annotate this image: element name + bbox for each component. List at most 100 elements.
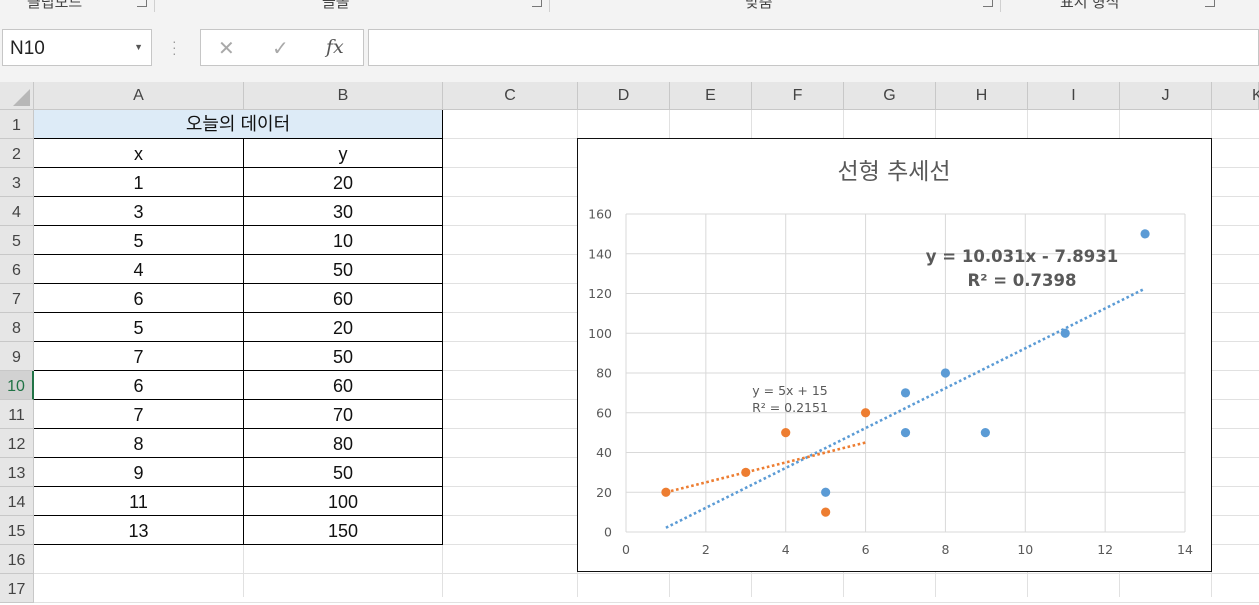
blue-trend-equation[interactable]: y = 10.031x - 7.8931 [926,247,1118,266]
table-cell-x[interactable]: 5 [34,313,244,342]
row-header-5[interactable]: 5 [0,226,34,255]
name-box[interactable]: N10 ▼ [2,29,152,66]
column-header-h[interactable]: H [936,82,1028,110]
table-cell-y[interactable]: 50 [244,458,443,487]
orange-data-point[interactable] [781,428,791,438]
ribbon-separator [549,0,550,12]
y-tick-label: 140 [588,246,612,261]
row-header-3[interactable]: 3 [0,168,34,197]
column-header-j[interactable]: J [1120,82,1212,110]
formula-input[interactable] [368,29,1259,66]
table-cell-y[interactable]: 30 [244,197,443,226]
ribbon-group-number: 표시 형식 [1060,0,1120,11]
table-cell-x[interactable]: 9 [34,458,244,487]
header-y-cell[interactable]: y [244,139,443,168]
table-cell-x[interactable]: 6 [34,284,244,313]
row-header-2[interactable]: 2 [0,139,34,168]
chevron-down-icon[interactable]: ▼ [134,42,143,52]
table-cell-x[interactable]: 7 [34,342,244,371]
orange-data-point[interactable] [741,467,751,477]
orange-trend-r-squared[interactable]: R² = 0.2151 [752,400,828,415]
row-header-4[interactable]: 4 [0,197,34,226]
table-cell-y[interactable]: 60 [244,284,443,313]
more-options-icon[interactable]: · · · [172,34,177,60]
row-header-17[interactable]: 17 [0,574,34,603]
enter-check-icon[interactable]: ✓ [272,36,289,61]
gridline [34,602,1259,603]
blue-data-point[interactable] [821,487,831,497]
orange-trend-equation[interactable]: y = 5x + 15 [752,383,828,398]
clipboard-launcher-icon[interactable] [137,0,147,7]
row-header-11[interactable]: 11 [0,400,34,429]
table-cell-x[interactable]: 7 [34,400,244,429]
blue-data-point[interactable] [1060,328,1070,338]
row-header-15[interactable]: 15 [0,516,34,545]
row-header-13[interactable]: 13 [0,458,34,487]
table-cell-x[interactable]: 6 [34,371,244,400]
table-cell-x[interactable]: 1 [34,168,244,197]
orange-trendline[interactable] [665,441,866,494]
blue-data-point[interactable] [1140,229,1150,239]
blue-data-point[interactable] [940,368,951,378]
ribbon-group-font: 글꼴 [322,0,350,11]
row-header-9[interactable]: 9 [0,342,34,371]
orange-data-point[interactable] [821,507,831,517]
row-header-16[interactable]: 16 [0,545,34,574]
table-cell-x[interactable]: 4 [34,255,244,284]
alignment-launcher-icon[interactable] [983,0,993,7]
insert-function-icon[interactable]: fx [326,36,344,58]
table-cell-x[interactable]: 13 [34,516,244,545]
table-cell-y[interactable]: 10 [244,226,443,255]
row-header-10[interactable]: 10 [0,371,34,400]
blue-trend-r-squared[interactable]: R² = 0.7398 [968,271,1077,290]
table-cell-y[interactable]: 60 [244,371,443,400]
table-cell-y[interactable]: 80 [244,429,443,458]
row-header-12[interactable]: 12 [0,429,34,458]
column-header-i[interactable]: I [1028,82,1120,110]
row-header-7[interactable]: 7 [0,284,34,313]
table-cell-y[interactable]: 50 [244,255,443,284]
blue-data-point[interactable] [980,428,990,438]
column-header-k[interactable]: K [1212,82,1259,110]
y-tick-label: 60 [596,405,612,420]
row-header-6[interactable]: 6 [0,255,34,284]
cancel-icon[interactable]: ✕ [218,36,235,61]
table-title-cell[interactable]: 오늘의 데이터 [34,110,443,139]
table-cell-y[interactable]: 150 [244,516,443,545]
number-launcher-icon[interactable] [1205,0,1215,7]
table-cell-y[interactable]: 100 [244,487,443,516]
orange-data-point[interactable] [661,487,671,497]
column-header-b[interactable]: B [244,82,443,110]
x-tick-label: 6 [862,542,870,557]
table-cell-x[interactable]: 8 [34,429,244,458]
orange-data-point[interactable] [860,408,871,418]
table-cell-y[interactable]: 70 [244,400,443,429]
chart-title[interactable]: 선형 추세선 [837,159,950,185]
table-cell-y[interactable]: 50 [244,342,443,371]
row-header-1[interactable]: 1 [0,110,34,139]
column-header-f[interactable]: F [752,82,844,110]
row-header-14[interactable]: 14 [0,487,34,516]
table-cell-y[interactable]: 20 [244,168,443,197]
x-tick-label: 2 [702,542,710,557]
row-header-8[interactable]: 8 [0,313,34,342]
font-launcher-icon[interactable] [532,0,542,7]
blue-data-point[interactable] [900,428,911,438]
select-all-button[interactable] [0,82,34,110]
column-header-g[interactable]: G [844,82,936,110]
header-x-cell[interactable]: x [34,139,244,168]
table-cell-y[interactable]: 20 [244,313,443,342]
ribbon-separator [154,0,155,12]
table-cell-x[interactable]: 5 [34,226,244,255]
table-cell-x[interactable]: 11 [34,487,244,516]
column-header-a[interactable]: A [34,82,244,110]
table-cell-x[interactable]: 3 [34,197,244,226]
formula-buttons: ✕ ✓ fx [200,29,364,66]
x-tick-label: 0 [622,542,630,557]
scatter-chart[interactable]: 선형 추세선 0 2 4 6 8 10 12 14 0 20 40 60 80 100 120 140 160 … [577,138,1212,572]
column-header-d[interactable]: D [578,82,670,110]
ribbon-group-clipboard: 클립보드 [27,0,83,11]
blue-data-point[interactable] [900,388,911,398]
column-header-e[interactable]: E [670,82,752,110]
column-header-c[interactable]: C [443,82,578,110]
